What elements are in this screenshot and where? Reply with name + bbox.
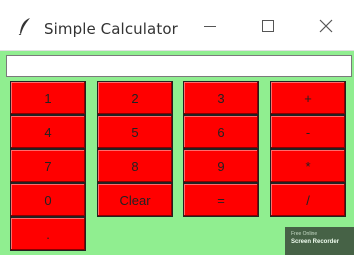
key-divide-button[interactable]: / — [270, 183, 346, 217]
equals-button[interactable]: = — [183, 183, 259, 217]
key-decimal-button[interactable]: . — [10, 217, 86, 251]
watermark-line1: Free Online — [291, 231, 318, 237]
key-0-button[interactable]: 0 — [10, 183, 86, 217]
key-9-button[interactable]: 9 — [183, 149, 259, 183]
key-minus-button[interactable]: - — [270, 115, 346, 149]
key-6-button[interactable]: 6 — [183, 115, 259, 149]
key-5-button[interactable]: 5 — [97, 115, 173, 149]
key-multiply-button[interactable]: * — [270, 149, 346, 183]
key-2-button[interactable]: 2 — [97, 81, 173, 115]
close-icon — [319, 19, 333, 33]
maximize-button[interactable] — [248, 12, 288, 40]
key-1-button[interactable]: 1 — [10, 81, 86, 115]
key-3-button[interactable]: 3 — [183, 81, 259, 115]
key-7-button[interactable]: 7 — [10, 149, 86, 183]
clear-button[interactable]: Clear — [97, 183, 173, 217]
calculator-panel: 1 2 3 + 4 5 6 - 7 8 9 * 0 Clear = / . — [0, 51, 354, 255]
screen-recorder-watermark: Free Online Screen Recorder — [285, 227, 354, 255]
close-button[interactable] — [306, 12, 346, 40]
key-8-button[interactable]: 8 — [97, 149, 173, 183]
feather-icon — [18, 18, 30, 35]
minimize-icon — [204, 25, 216, 27]
key-plus-button[interactable]: + — [270, 81, 346, 115]
minimize-button[interactable] — [190, 12, 230, 40]
maximize-icon — [262, 20, 274, 32]
title-bar: Simple Calculator — [0, 0, 354, 51]
watermark-line2: Screen Recorder — [291, 239, 340, 245]
window-title: Simple Calculator — [44, 20, 178, 38]
display-entry[interactable] — [6, 55, 352, 77]
key-4-button[interactable]: 4 — [10, 115, 86, 149]
